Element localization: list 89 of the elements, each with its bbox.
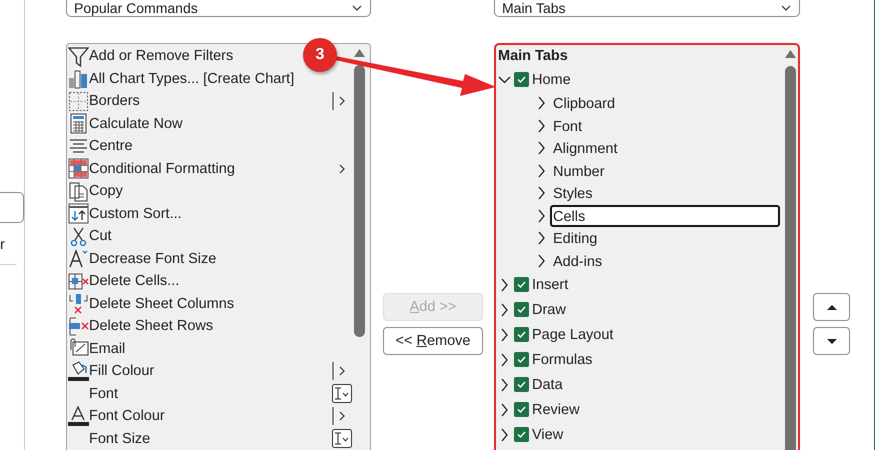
- scissors-icon: [68, 226, 89, 247]
- triangle-up-icon: [826, 304, 836, 310]
- tree-item[interactable]: Draw: [532, 302, 566, 318]
- label-text: r: [0, 237, 5, 254]
- tree-item[interactable]: Styles: [550, 182, 596, 204]
- checkbox[interactable]: [514, 427, 529, 442]
- command-item[interactable]: Conditional Formatting: [89, 160, 235, 177]
- command-item[interactable]: Decrease Font Size: [89, 250, 216, 267]
- submenu-chevron-icon: [339, 164, 345, 174]
- remove-button[interactable]: << Remove: [383, 327, 483, 355]
- command-item[interactable]: Font Colour: [89, 408, 165, 424]
- tree-item[interactable]: Formulas: [532, 352, 592, 368]
- tree-item[interactable]: Insert: [532, 276, 568, 292]
- command-item[interactable]: Delete Cells...: [89, 273, 180, 290]
- scrollbar-thumb[interactable]: [785, 66, 796, 450]
- table-icon: [68, 158, 89, 180]
- tree-item[interactable]: Cells: [550, 204, 780, 227]
- command-item[interactable]: Cut: [89, 228, 112, 244]
- expand-chevron-icon[interactable]: [500, 302, 509, 316]
- expand-chevron-icon[interactable]: [537, 96, 546, 110]
- scroll-up-arrow-icon[interactable]: [354, 49, 365, 57]
- delete-row-icon: [68, 316, 89, 337]
- paint-bucket-icon: [68, 360, 89, 382]
- triangle-down-icon: [826, 338, 836, 344]
- expand-chevron-icon[interactable]: [500, 402, 509, 416]
- font-picker-icon: [332, 384, 352, 404]
- expand-chevron-icon[interactable]: [500, 328, 509, 342]
- checkbox[interactable]: [514, 327, 529, 342]
- command-item[interactable]: Add or Remove Filters: [89, 48, 234, 64]
- move-down-button[interactable]: [813, 327, 850, 355]
- dropdown[interactable]: Popular Commands: [66, 0, 371, 17]
- tree-item[interactable]: Home: [532, 72, 571, 88]
- expand-chevron-icon[interactable]: [537, 118, 546, 133]
- tree-item[interactable]: Page Layout: [532, 326, 614, 342]
- command-item[interactable]: Copy: [89, 183, 123, 200]
- expand-chevron-icon[interactable]: [537, 141, 546, 156]
- tree-item[interactable]: Data: [532, 376, 563, 392]
- checkbox[interactable]: [514, 352, 529, 367]
- tree-item[interactable]: Add-ins: [550, 250, 606, 272]
- expand-chevron-icon[interactable]: [537, 254, 546, 268]
- expand-chevron-icon[interactable]: [500, 428, 509, 442]
- tree-item[interactable]: Review: [532, 402, 580, 418]
- command-item[interactable]: Calculate Now: [89, 116, 182, 132]
- expand-chevron-icon[interactable]: [537, 231, 546, 246]
- delete-column-icon: [68, 293, 89, 314]
- expand-chevron-icon[interactable]: [537, 186, 546, 200]
- tree-item[interactable]: Clipboard: [550, 92, 618, 114]
- tree-item[interactable]: Number: [550, 160, 608, 182]
- caret-icon: [352, 5, 362, 11]
- command-item[interactable]: Font Size: [89, 430, 150, 447]
- filter-icon: [68, 46, 89, 67]
- command-item[interactable]: Fill Colour: [89, 363, 154, 380]
- tree-item[interactable]: Editing: [550, 227, 600, 250]
- checkbox[interactable]: [514, 302, 529, 317]
- copy-icon: [68, 180, 89, 202]
- command-item[interactable]: Font: [89, 386, 118, 402]
- command-item[interactable]: Delete Sheet Columns: [89, 296, 234, 312]
- command-item[interactable]: Delete Sheet Rows: [89, 318, 214, 334]
- expand-chevron-icon[interactable]: [500, 378, 509, 392]
- calculator-icon: [68, 113, 89, 134]
- command-item[interactable]: Custom Sort...: [89, 206, 182, 222]
- scrollbar-thumb[interactable]: [354, 65, 365, 337]
- sort-icon: [68, 203, 89, 224]
- command-item[interactable]: Centre: [89, 138, 133, 154]
- tree-heading: Main Tabs: [498, 47, 568, 66]
- expand-chevron-icon[interactable]: [537, 208, 546, 223]
- command-item[interactable]: Borders: [89, 93, 140, 110]
- checkbox[interactable]: [514, 72, 529, 87]
- tree-item[interactable]: Font: [550, 114, 586, 137]
- font-decrease-icon: [68, 248, 89, 270]
- text-field[interactable]: [0, 192, 24, 223]
- checkbox[interactable]: [514, 402, 529, 417]
- command-item[interactable]: Email: [89, 340, 126, 357]
- move-up-button[interactable]: [813, 293, 850, 321]
- checkbox[interactable]: [514, 277, 529, 292]
- collapse-chevron-icon[interactable]: [498, 75, 511, 84]
- dropdown[interactable]: Main Tabs: [494, 0, 800, 17]
- expand-chevron-icon[interactable]: [500, 352, 509, 366]
- caret-icon: [781, 5, 791, 11]
- expand-chevron-icon[interactable]: [500, 278, 509, 292]
- expand-chevron-icon[interactable]: [537, 164, 546, 178]
- command-item[interactable]: All Chart Types... [Create Chart]: [89, 70, 294, 87]
- checkbox[interactable]: [514, 377, 529, 392]
- font-color-icon: [68, 406, 89, 427]
- font-picker-icon: [332, 429, 352, 448]
- delete-cells-icon: [68, 270, 89, 292]
- scroll-up-arrow-icon[interactable]: [785, 50, 796, 58]
- tree-item[interactable]: Alignment: [550, 137, 620, 160]
- tree-item[interactable]: View: [532, 426, 564, 442]
